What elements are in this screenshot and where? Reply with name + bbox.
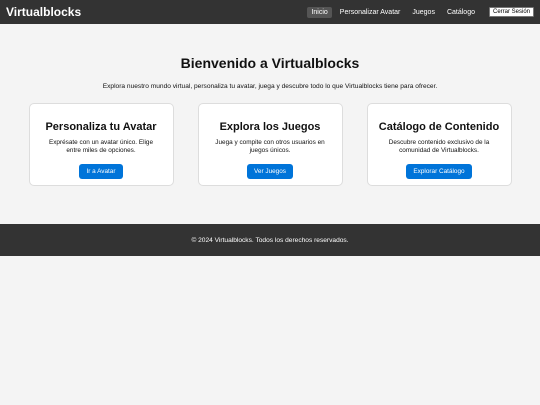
footer-copyright: © 2024 Virtualblocks. Todos los derechos…	[191, 236, 349, 244]
brand-logo[interactable]: Virtualblocks	[6, 5, 81, 19]
card-catalog-text: Descubre contenido exclusivo de la comun…	[388, 139, 490, 154]
nav-link-personalizar-avatar[interactable]: Personalizar Avatar	[336, 7, 405, 18]
hero-subtitle: Explora nuestro mundo virtual, personali…	[102, 83, 438, 90]
footer: © 2024 Virtualblocks. Todos los derechos…	[0, 224, 540, 256]
nav-links: Inicio Personalizar Avatar Juegos Catálo…	[303, 6, 534, 18]
go-to-avatar-button[interactable]: Ir a Avatar	[79, 164, 123, 179]
card-avatar-title: Personaliza tu Avatar	[45, 121, 157, 133]
card-games-title: Explora los Juegos	[219, 121, 321, 133]
nav-link-juegos[interactable]: Juegos	[408, 7, 439, 18]
feature-cards: Personaliza tu Avatar Exprésate con un a…	[0, 103, 540, 186]
nav-link-inicio[interactable]: Inicio	[307, 6, 332, 18]
card-games-text: Juega y compite con otros usuarios en ju…	[215, 139, 325, 154]
view-games-button[interactable]: Ver Juegos	[247, 164, 293, 179]
logout-button[interactable]: Cerrar Sesión	[488, 7, 534, 17]
card-avatar-text: Exprésate con un avatar único. Elige ent…	[48, 139, 154, 154]
nav-link-catalogo[interactable]: Catálogo	[443, 7, 479, 18]
explore-catalog-button[interactable]: Explorar Catálogo	[406, 164, 472, 179]
card-catalog-title: Catálogo de Contenido	[378, 121, 500, 133]
card-avatar: Personaliza tu Avatar Exprésate con un a…	[28, 103, 174, 186]
page-title: Bienvenido a Virtualblocks	[180, 55, 360, 71]
hero-section: Bienvenido a Virtualblocks Explora nuest…	[0, 24, 540, 90]
card-catalog: Catálogo de Contenido Descubre contenido…	[366, 103, 512, 186]
top-navbar: Virtualblocks Inicio Personalizar Avatar…	[0, 0, 540, 24]
card-games: Explora los Juegos Juega y compite con o…	[197, 103, 343, 186]
